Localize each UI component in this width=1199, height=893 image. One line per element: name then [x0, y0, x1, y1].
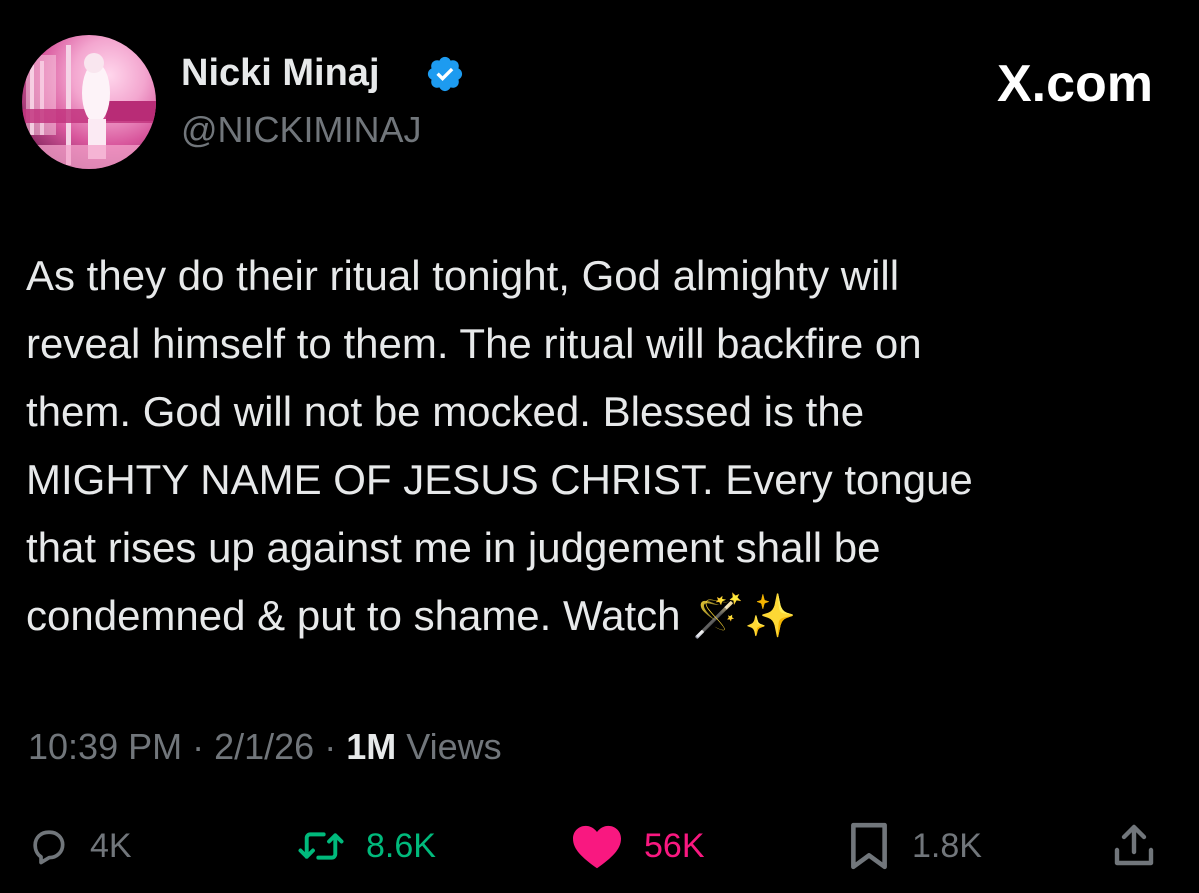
- heart-icon: [573, 825, 621, 869]
- repost-arrows-icon: [298, 832, 344, 860]
- reply-count: 4K: [90, 827, 132, 865]
- repost-count: 8.6K: [366, 827, 436, 865]
- tweet-time[interactable]: 10:39 PM: [28, 726, 182, 767]
- bookmark-icon: [851, 822, 887, 870]
- tweet-line: MIGHTY NAME OF JESUS CHRIST. Every tongu…: [26, 456, 973, 503]
- reply-button[interactable]: 4K: [26, 818, 132, 874]
- tweet-text: As they do their ritual tonight, God alm…: [26, 242, 1136, 650]
- tweet-line: that rises up against me in judgement sh…: [26, 524, 881, 571]
- meta-separator: ·: [314, 726, 347, 767]
- like-button[interactable]: 56K: [570, 818, 705, 874]
- avatar[interactable]: [22, 35, 156, 169]
- share-upload-icon: [1114, 824, 1154, 866]
- tweet-line: them. God will not be mocked. Blessed is…: [26, 388, 865, 435]
- tweet-line: reveal himself to them. The ritual will …: [26, 320, 922, 367]
- meta-separator: ·: [182, 726, 215, 767]
- brand-watermark: X.com: [996, 55, 1153, 113]
- bookmark-count: 1.8K: [912, 827, 982, 865]
- tweet-line: condemned & put to shame. Watch 🪄✨: [26, 592, 797, 639]
- display-name[interactable]: Nicki Minaj: [181, 50, 380, 96]
- like-count: 56K: [644, 827, 705, 865]
- tweet-metadata: 10:39 PM · 2/1/26 · 1M Views: [28, 722, 502, 772]
- tweet-line: As they do their ritual tonight, God alm…: [26, 252, 900, 299]
- speech-bubble-icon: [33, 830, 65, 865]
- user-handle[interactable]: @NICKIMINAJ: [181, 108, 422, 152]
- repost-button[interactable]: 8.6K: [296, 818, 436, 874]
- share-button[interactable]: [1112, 818, 1156, 874]
- tweet-date[interactable]: 2/1/26: [214, 726, 314, 767]
- verified-badge-icon: [427, 56, 463, 92]
- views-count: 1M: [346, 726, 397, 767]
- bookmark-button[interactable]: 1.8K: [846, 818, 982, 874]
- views-label: Views: [396, 726, 502, 767]
